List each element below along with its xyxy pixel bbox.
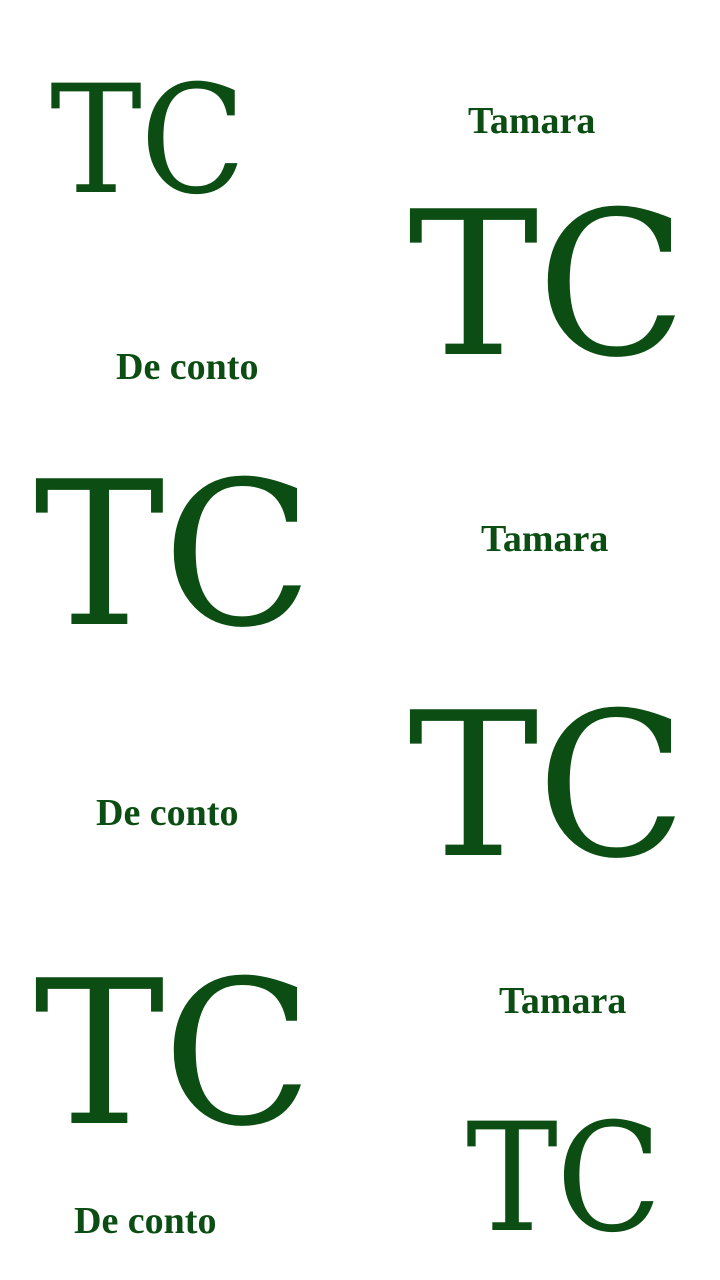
tc-monogram-logo: TC — [408, 670, 687, 903]
tc-monogram-logo: TC — [34, 938, 313, 1171]
tc-monogram-logo: TC — [50, 54, 246, 228]
brand-word-tamara: Tamara — [499, 980, 627, 1022]
tc-monogram-logo: TC — [466, 1092, 662, 1266]
brand-word-de-conto: De conto — [96, 792, 239, 834]
brand-word-tamara: Tamara — [468, 100, 596, 142]
tc-monogram-logo: TC — [408, 169, 687, 402]
tc-monogram-logo: TC — [34, 439, 313, 672]
brand-word-de-conto: De conto — [116, 346, 259, 388]
brand-word-tamara: Tamara — [481, 518, 609, 560]
brand-word-de-conto: De conto — [74, 1200, 217, 1242]
